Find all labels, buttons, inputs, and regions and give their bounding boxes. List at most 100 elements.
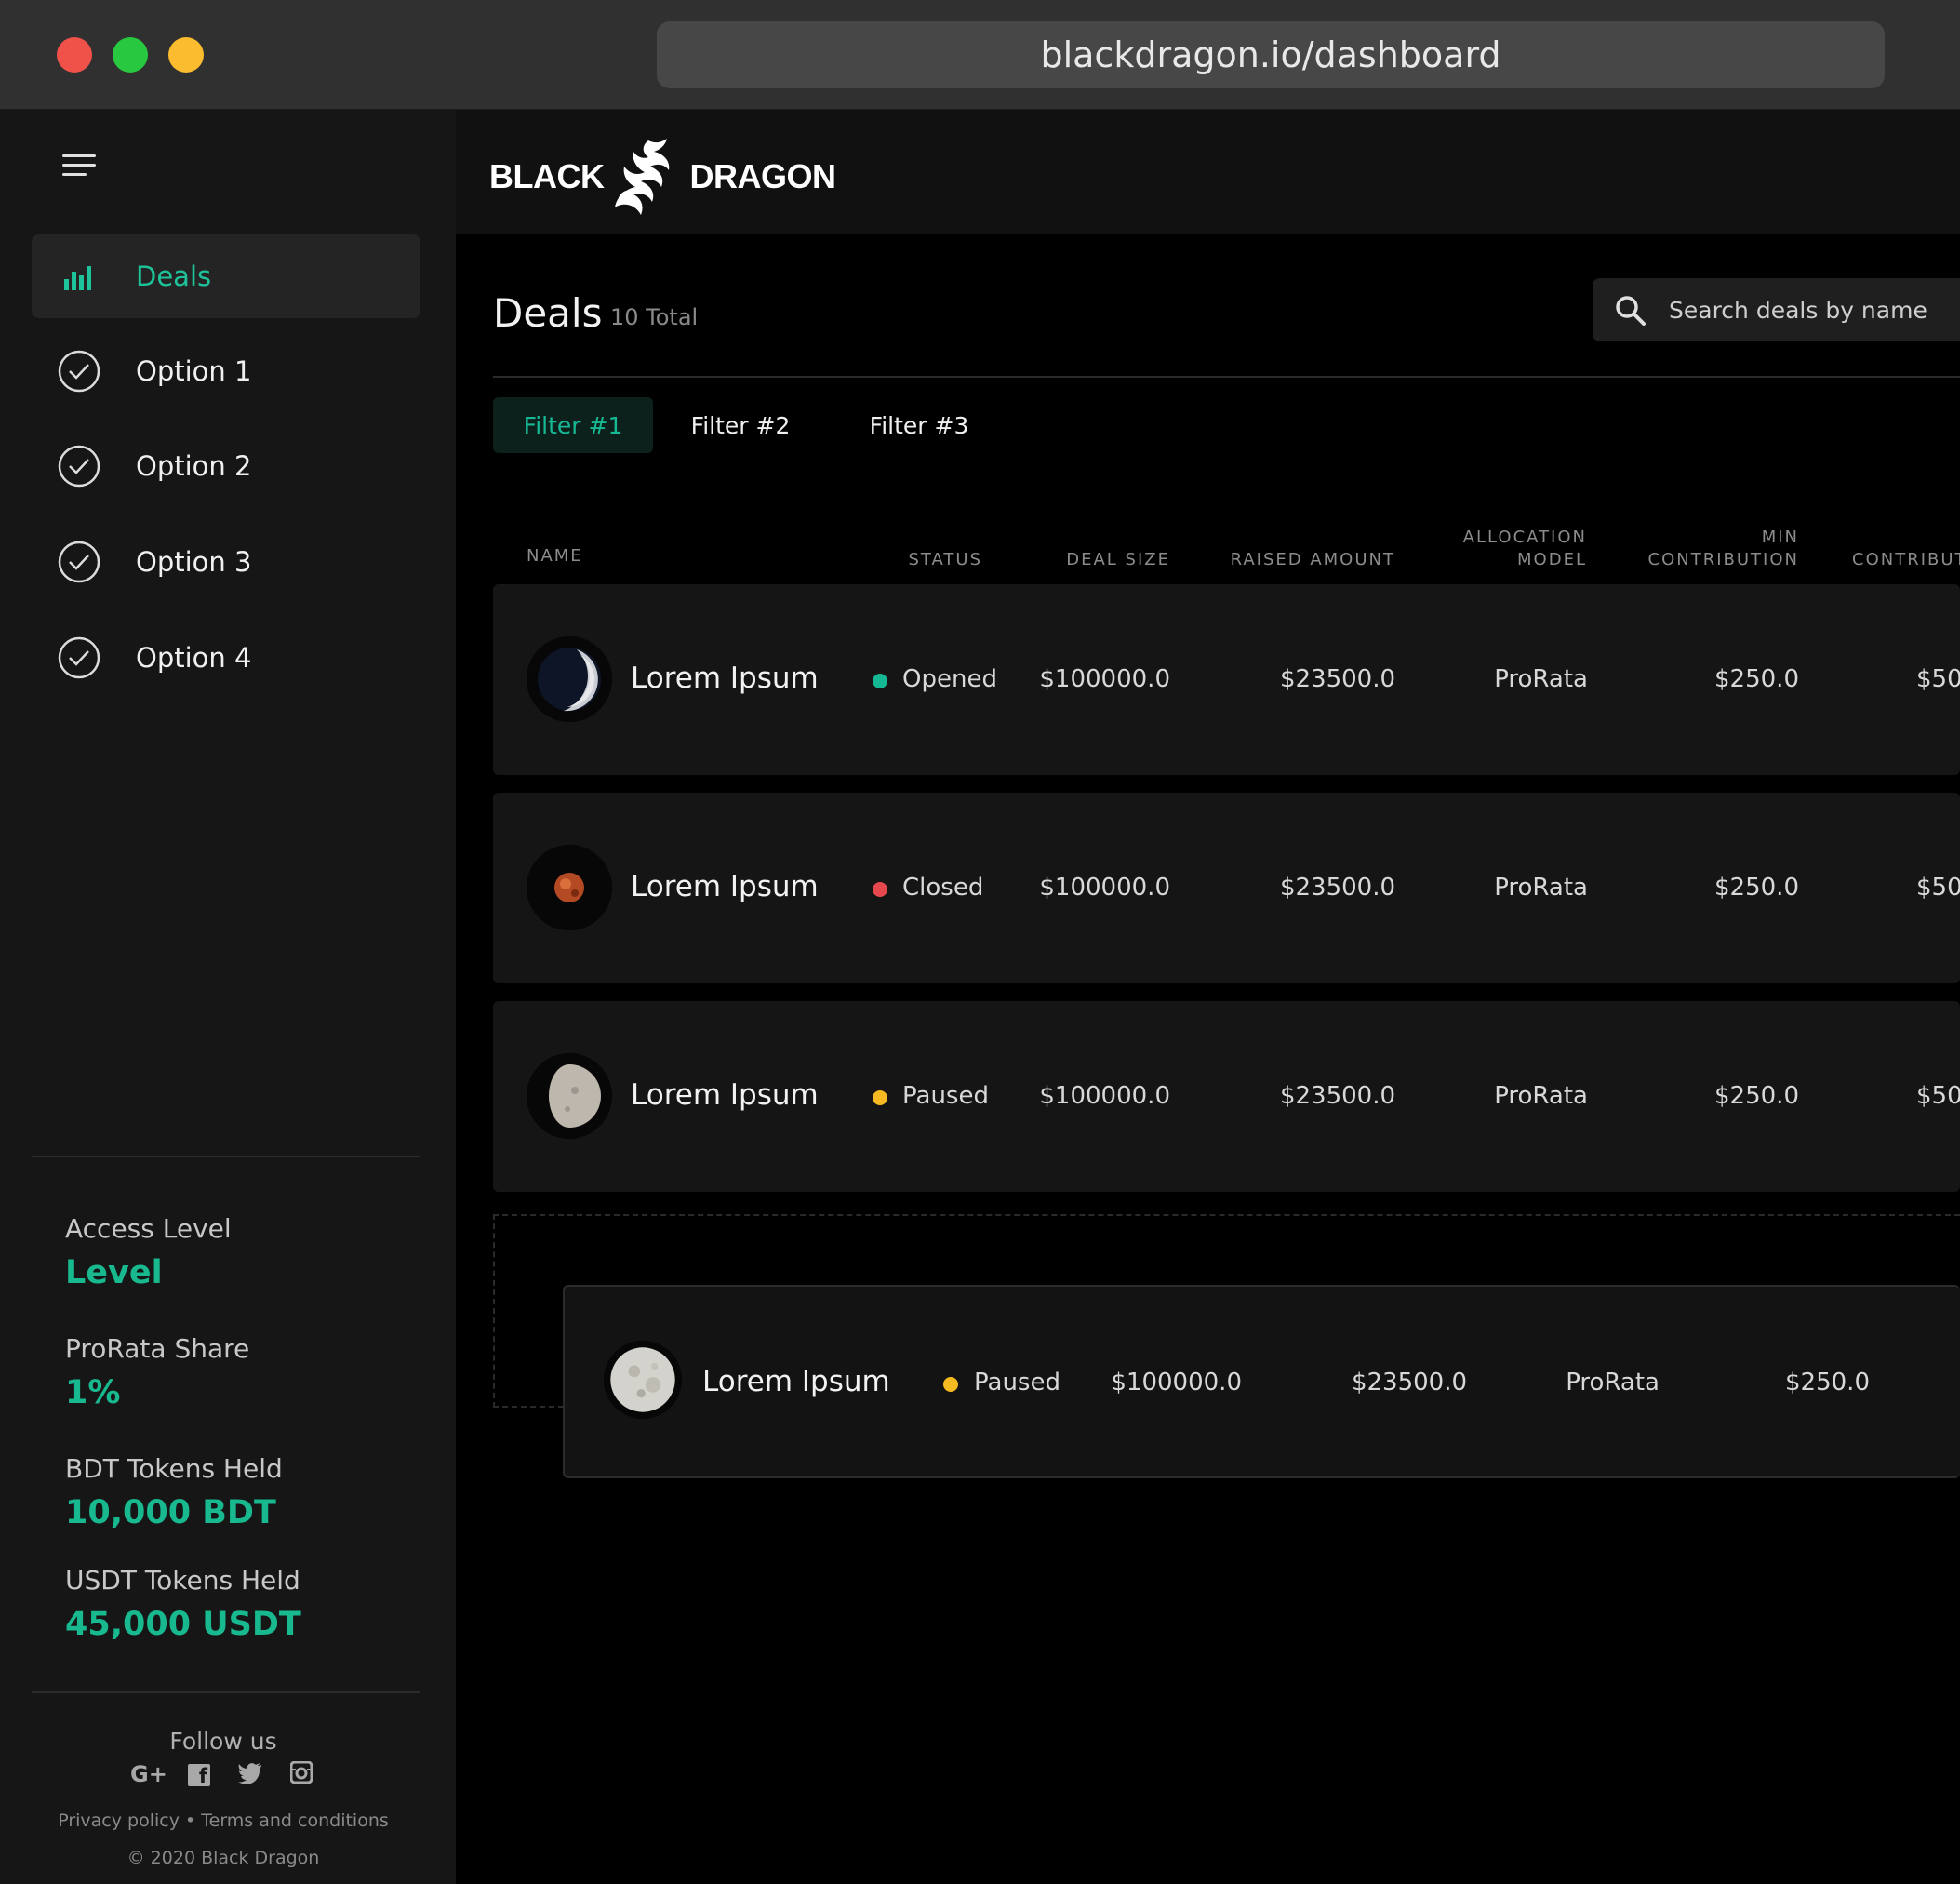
close-window-button[interactable]: [57, 37, 92, 73]
filter-2-tab[interactable]: Filter #2: [666, 397, 815, 453]
raised-amount: $23500.0: [1279, 874, 1395, 902]
max-contribution: $500: [1916, 665, 1960, 693]
min-contribution: $250.0: [1714, 665, 1799, 693]
crescent-moon-icon: [527, 636, 612, 722]
min-contribution: $250.0: [1714, 874, 1799, 902]
status-dot: [873, 882, 887, 897]
deal-name[interactable]: Lorem Ipsum: [631, 661, 819, 695]
allocation-model: ProRata: [1494, 874, 1588, 902]
menu-icon[interactable]: [62, 152, 96, 180]
brand-logo[interactable]: BLACK DRAGON: [489, 139, 836, 215]
column-header-deal-size[interactable]: DEAL SIZE: [1066, 549, 1170, 571]
divider: [32, 1156, 420, 1157]
deal-status: Opened: [902, 665, 997, 693]
deal-status: Closed: [902, 874, 984, 902]
minimize-window-button[interactable]: [168, 37, 204, 73]
google-plus-icon[interactable]: G+: [130, 1761, 167, 1789]
min-contribution: $250.0: [1714, 1082, 1799, 1110]
column-header-min-contribution[interactable]: MIN CONTRIBUTION: [1648, 527, 1799, 571]
sidebar-item-option-4[interactable]: Option 4: [32, 616, 420, 700]
column-header-allocation-line-1: ALLOCATION: [1462, 528, 1587, 547]
bdt-tokens-label: BDT Tokens Held: [65, 1453, 283, 1484]
prorata-share-label: ProRata Share: [65, 1333, 250, 1364]
column-header-allocation-model[interactable]: ALLOCATION MODEL: [1463, 527, 1587, 571]
deal-status: Paused: [974, 1369, 1060, 1396]
column-header-status[interactable]: STATUS: [908, 549, 982, 571]
filter-3-tab[interactable]: Filter #3: [845, 397, 993, 453]
sidebar-item-label: Option 4: [136, 642, 252, 674]
raised-amount: $23500.0: [1351, 1369, 1467, 1396]
red-planet-icon: [527, 845, 612, 930]
column-header-raised-amount[interactable]: RAISED AMOUNT: [1231, 549, 1395, 571]
access-level-label: Access Level: [65, 1213, 232, 1244]
check-circle-icon: [58, 445, 100, 488]
twitter-icon[interactable]: [238, 1761, 262, 1789]
access-level-value: Level: [65, 1254, 163, 1291]
divider: [32, 1691, 420, 1693]
sidebar-item-option-2[interactable]: Option 2: [32, 424, 420, 508]
deal-size: $100000.0: [1039, 665, 1170, 693]
usdt-tokens-value: 45,000 USDT: [65, 1606, 301, 1643]
filter-1-tab[interactable]: Filter #1: [493, 397, 653, 453]
column-header-min-line-2: CONTRIBUTION: [1647, 550, 1799, 569]
table-row[interactable]: Lorem Ipsum Closed $100000.0 $23500.0 ProRat…: [493, 793, 1960, 983]
column-header-min-line-1: MIN: [1761, 528, 1799, 547]
search-icon: [1616, 296, 1646, 326]
dragon-icon: [615, 139, 670, 215]
deal-avatar: [527, 1053, 612, 1139]
brand-logo-right: DRAGON: [689, 157, 836, 195]
check-circle-icon: [58, 350, 100, 393]
sidebar-item-label: Option 2: [136, 450, 252, 482]
sidebar: Deals Option 1 Option 2 Option 3 Option …: [0, 110, 456, 1884]
dragging-table-row[interactable]: Lorem Ipsum Paused $100000.0 $23500.0 ProRat…: [563, 1285, 1960, 1478]
page-title: Deals: [493, 290, 603, 336]
deal-size: $100000.0: [1039, 874, 1170, 902]
deal-avatar: [527, 636, 612, 722]
search-input[interactable]: [1669, 278, 1960, 341]
copyright: © 2020 Black Dragon: [127, 1848, 320, 1868]
allocation-model: ProRata: [1566, 1369, 1660, 1396]
table-row[interactable]: Lorem Ipsum Paused $100000.0 $23500.0 ProRat…: [493, 1001, 1960, 1192]
check-circle-icon: [58, 636, 100, 679]
check-circle-icon: [58, 541, 100, 583]
maximize-window-button[interactable]: [113, 37, 148, 73]
sidebar-item-option-1[interactable]: Option 1: [32, 329, 420, 413]
deal-name[interactable]: Lorem Ipsum: [631, 870, 819, 903]
deal-size: $100000.0: [1039, 1082, 1170, 1110]
sidebar-item-deals[interactable]: Deals: [32, 234, 420, 318]
deal-avatar: [604, 1341, 682, 1419]
gibbous-moon-icon: [527, 1053, 612, 1139]
deal-name[interactable]: Lorem Ipsum: [702, 1365, 890, 1398]
deal-count: 10 Total: [610, 304, 699, 330]
deal-name[interactable]: Lorem Ipsum: [631, 1078, 819, 1112]
max-contribution: $500: [1916, 1082, 1960, 1110]
prorata-share-value: 1%: [65, 1374, 121, 1411]
status-dot: [943, 1377, 958, 1392]
table-row[interactable]: Lorem Ipsum Opened $100000.0 $23500.0 ProRat…: [493, 584, 1960, 775]
legal-links[interactable]: Privacy policy • Terms and conditions: [0, 1811, 447, 1831]
search-box[interactable]: [1593, 278, 1960, 341]
sidebar-item-label: Option 1: [136, 355, 252, 387]
address-bar[interactable]: blackdragon.io/dashboard: [657, 21, 1885, 88]
brand-logo-left: BLACK: [489, 157, 605, 195]
sidebar-item-label: Deals: [136, 261, 212, 292]
raised-amount: $23500.0: [1279, 665, 1395, 693]
status-dot: [873, 1090, 887, 1105]
usdt-tokens-label: USDT Tokens Held: [65, 1565, 300, 1596]
raised-amount: $23500.0: [1279, 1082, 1395, 1110]
status-dot: [873, 674, 887, 688]
bar-chart-icon: [64, 266, 91, 290]
sidebar-item-option-3[interactable]: Option 3: [32, 520, 420, 604]
column-header-name[interactable]: NAME: [527, 545, 583, 568]
full-moon-icon: [604, 1341, 682, 1419]
column-header-allocation-line-2: MODEL: [1517, 550, 1587, 569]
instagram-icon[interactable]: [289, 1760, 313, 1789]
top-bar: BLACK DRAGON: [456, 110, 1960, 234]
browser-chrome: blackdragon.io/dashboard: [0, 0, 1960, 110]
deal-status: Paused: [902, 1082, 989, 1110]
divider: [493, 376, 1960, 378]
deal-avatar: [527, 845, 612, 930]
follow-us-label: Follow us: [169, 1728, 277, 1755]
facebook-icon[interactable]: f: [188, 1764, 210, 1787]
column-header-max-contribution[interactable]: M CONTRIBUT: [1852, 527, 1960, 571]
